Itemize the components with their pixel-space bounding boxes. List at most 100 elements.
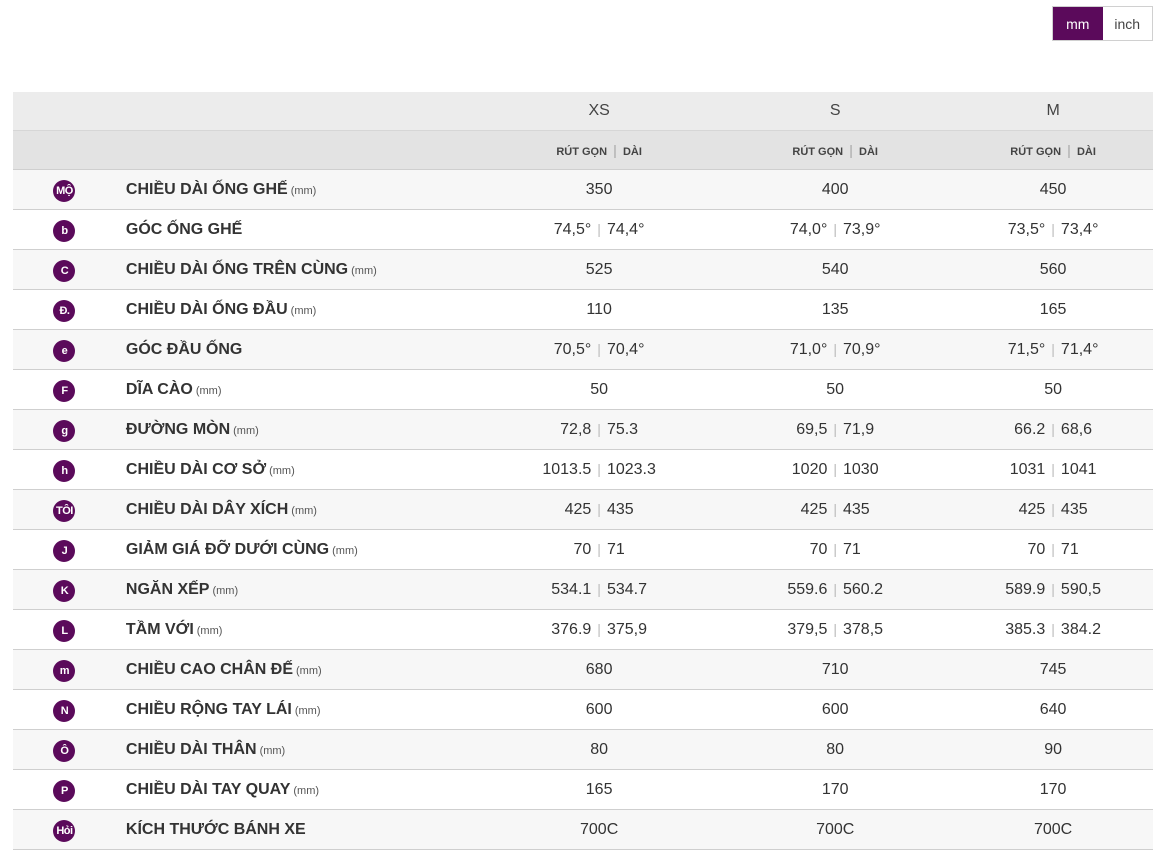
value-short: 525 [585,260,613,278]
separator: | [849,142,854,158]
row-badge-cell: P [13,769,116,810]
value-long: 1030 [843,460,879,478]
unit-label: (mm) [212,584,239,597]
separator: | [1051,460,1055,477]
value-cell-m: 165 [953,289,1153,330]
row-label-cell: KÍCH THƯỚC BÁNH XE [115,809,482,850]
row-label-cell: CHIỀU DÀI DÂY XÍCH (mm) [115,489,482,530]
value-cell-s: 80 [717,729,954,770]
value-cell-m: 589.9 | 590,5 [953,569,1153,610]
row-badge-cell: L [13,609,116,650]
value-short: 700C [1033,820,1073,838]
value-cell-m: 71,5° | 71,4° [953,329,1153,370]
value-cell-m: 73,5° | 73,4° [953,209,1153,250]
value-long: 435 [1060,500,1088,518]
value-short: 80 [590,740,609,758]
value-cell-s: 710 [717,649,954,690]
measurement-badge: F [53,380,76,402]
measurement-label: CHIỀU DÀI ỐNG ĐẦU [125,300,288,318]
value-cell-xs: 74,5° | 74,4° [481,209,718,250]
separator: | [597,500,601,517]
separator: | [833,340,837,357]
value-long: 560.2 [843,580,884,598]
separator: | [833,620,837,637]
unit-mm-button[interactable]: mm [1053,7,1103,40]
row-label-cell: CHIỀU RỘNG TAY LÁI (mm) [115,689,482,730]
measurement-label: CHIỀU DÀI ỐNG GHẾ [125,180,288,198]
row-badge-cell: Ô [13,729,116,770]
measurement-label: GÓC ĐẦU ỐNG [125,340,243,358]
value-long: 435 [606,500,634,518]
value-cell-m: 745 [953,649,1153,690]
value-cell-xs: 376.9 | 375,9 [481,609,718,650]
sub-header-row: RÚT GỌN | DÀI RÚT GỌN | DÀI RÚT GỌN | DÀI [13,130,1153,170]
measurement-badge: g [53,420,76,442]
value-long: 71 [843,540,861,558]
separator: | [1051,500,1055,517]
value-short: 80 [826,740,845,758]
measurement-badge: h [53,460,76,482]
value-short: 72,8 [560,420,592,438]
unit-label: (mm) [291,504,317,517]
sub-header-short: RÚT GỌN [792,146,844,158]
value-long: 73,9° [843,220,881,238]
value-short: 1020 [791,460,828,478]
row-badge-cell: Đ. [13,289,116,330]
value-short: 534.1 [551,580,592,598]
value-short: 540 [821,260,849,278]
value-long: 70,9° [843,340,881,358]
table-row: L TẦM VỚI (mm) 376.9 | 375,9 379,5 | 378,5 385.3 |… [13,609,1153,650]
row-badge-cell: F [13,369,116,410]
value-short: 700C [580,820,619,838]
value-cell-xs: 425 | 435 [481,489,718,530]
measurement-badge: MỘ [53,180,76,202]
value-cell-xs: 600 [481,689,718,730]
value-long: 70,4° [606,340,645,358]
value-cell-xs: 1013.5 | 1023.3 [481,449,718,490]
value-long: 68,6 [1060,420,1093,438]
value-long: 378,5 [843,620,884,638]
separator: | [833,580,837,597]
value-cell-s: 50 [717,369,954,410]
value-cell-s: 74,0° | 73,9° [717,209,954,250]
unit-inch-button[interactable]: inch [1102,7,1152,40]
value-short: 70 [1027,540,1046,558]
header-spacer [115,92,482,131]
value-short: 50 [826,380,845,398]
value-short: 589.9 [1005,580,1046,598]
separator: | [1051,340,1055,357]
header-spacer [13,130,116,170]
value-cell-m: 425 | 435 [953,489,1153,530]
separator: | [613,142,617,158]
value-short: 450 [1039,180,1067,198]
table-row: P CHIỀU DÀI TAY QUAY (mm) 165 170 170 [13,769,1153,810]
value-cell-m: 170 [953,769,1153,810]
measurement-label: TẦM VỚI [125,620,194,638]
value-cell-xs: 534.1 | 534.7 [481,569,718,610]
row-badge-cell: N [13,689,116,730]
value-short: 70 [809,540,828,558]
table-row: b GÓC ỐNG GHẾ 74,5° | 74,4° 74,0° | 73,9° 73,5° |… [13,209,1153,250]
unit-label: (mm) [332,544,358,557]
unit-label: (mm) [294,704,321,717]
row-badge-cell: J [13,529,116,570]
value-short: 50 [590,380,609,398]
measurement-badge: L [53,620,76,642]
unit-label: (mm) [269,464,295,477]
value-short: 71,5° [1007,340,1046,358]
value-short: 1013.5 [542,460,592,478]
table-row: Đ. CHIỀU DÀI ỐNG ĐẦU (mm) 110 135 165 [13,289,1153,330]
unit-label: (mm) [195,384,222,397]
value-long: 73,4° [1060,220,1099,238]
value-short: 66.2 [1014,420,1046,438]
measurement-label: KÍCH THƯỚC BÁNH XE [125,820,306,838]
value-cell-s: 70 | 71 [717,529,954,570]
sub-header-s: RÚT GỌN | DÀI [717,130,954,170]
row-label-cell: ĐƯỜNG MÒN (mm) [115,409,482,450]
value-short: 90 [1044,740,1062,758]
sub-header-long: DÀI [622,146,642,158]
value-cell-xs: 700C [481,809,718,850]
value-long: 384.2 [1060,620,1101,638]
value-short: 165 [1039,300,1067,318]
row-badge-cell: MỘ [13,169,116,210]
